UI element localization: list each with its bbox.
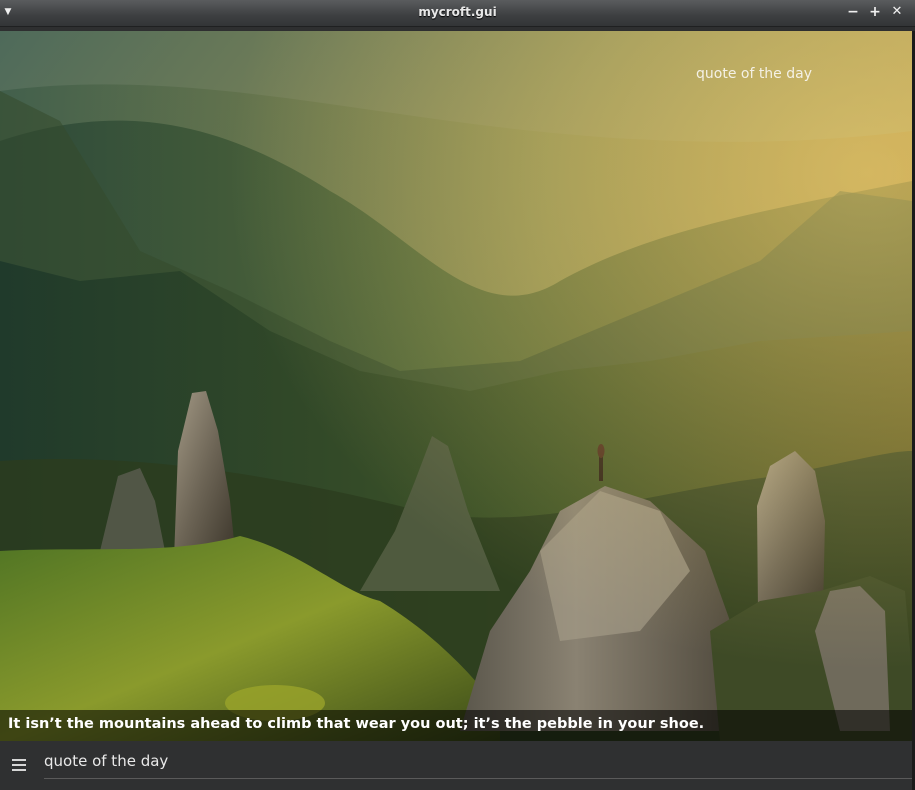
quote-display: quote of the day It isn’t the mountains …: [0, 31, 912, 741]
quote-text: It isn’t the mountains ahead to climb th…: [8, 716, 705, 732]
quote-heading: quote of the day: [696, 66, 812, 82]
bottom-bar: quote of the day: [0, 741, 912, 790]
minus-icon[interactable]: −: [845, 4, 861, 20]
quote-caption-bar: It isn’t the mountains ahead to climb th…: [0, 710, 912, 741]
title-bar[interactable]: ▼ mycroft.gui − + ✕: [0, 0, 915, 27]
mountain-background-image: [0, 31, 912, 741]
window-title: mycroft.gui: [418, 5, 497, 19]
plus-icon[interactable]: +: [867, 4, 883, 20]
bottom-bar-label: quote of the day: [44, 752, 169, 770]
app-window: ▼ mycroft.gui − + ✕ quote of the day It …: [0, 0, 915, 790]
close-icon[interactable]: ✕: [889, 4, 905, 20]
hamburger-menu-icon[interactable]: [11, 756, 29, 774]
bottom-bar-divider: [44, 778, 912, 779]
